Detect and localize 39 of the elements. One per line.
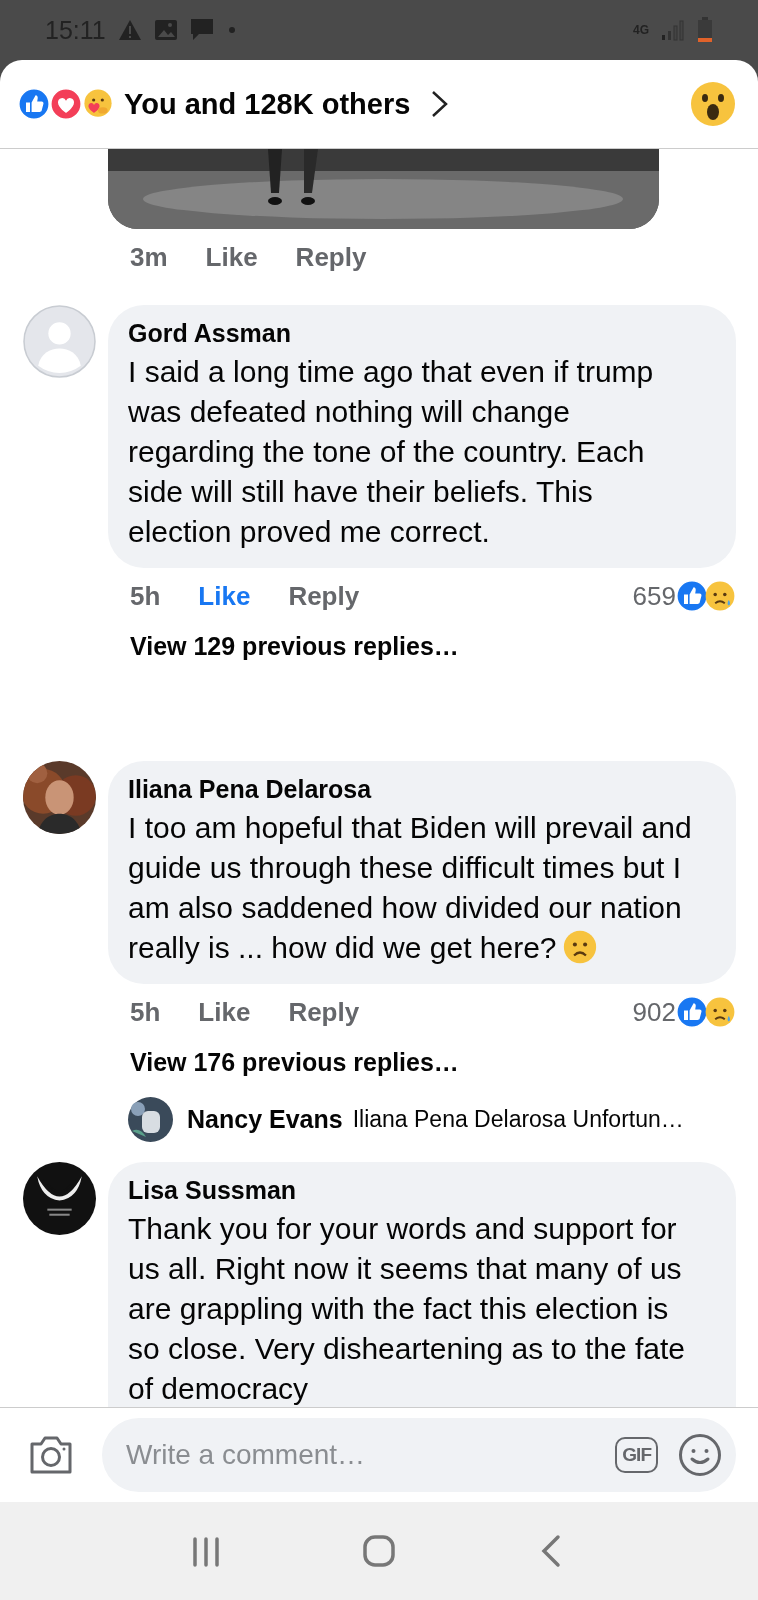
like-icon bbox=[676, 996, 708, 1028]
timestamp: 5h bbox=[130, 580, 161, 612]
view-replies-link[interactable]: View 176 previous replies… bbox=[0, 1040, 758, 1077]
like-link[interactable]: Like bbox=[205, 241, 258, 273]
smiley-icon[interactable] bbox=[678, 1433, 722, 1477]
comment-text: I said a long time ago that even if trump was defeated nothing will change regarding the tone of the country. Each side will still have their beliefs. This election proved me correct. bbox=[128, 355, 654, 548]
surprised-face-icon[interactable] bbox=[690, 81, 736, 127]
reply-link[interactable]: Reply bbox=[288, 580, 360, 612]
reaction-count[interactable]: 902 bbox=[632, 996, 676, 1028]
author-name[interactable]: Iliana Pena Delarosa bbox=[128, 775, 692, 804]
camera-icon[interactable] bbox=[28, 1434, 74, 1476]
message-icon bbox=[189, 18, 216, 42]
view-replies-link[interactable]: View 129 previous replies… bbox=[0, 624, 758, 661]
gif-button[interactable]: GIF bbox=[615, 1437, 658, 1473]
author-name[interactable]: Gord Assman bbox=[128, 319, 692, 348]
like-link[interactable]: Like bbox=[198, 996, 251, 1028]
comment-text: Thank you for your words and support for us all. Right now it seems that many of us are grappling with the fact this election is so close. Very disheartening as to the fate of democracy bbox=[128, 1212, 685, 1405]
hug-face-icon bbox=[82, 88, 114, 120]
battery-icon bbox=[697, 17, 713, 43]
reply-author[interactable]: Nancy Evans bbox=[187, 1105, 343, 1134]
signal-icon bbox=[661, 19, 685, 41]
reply-preview[interactable]: Iliana Pena Delarosa Unfortun… bbox=[352, 1106, 684, 1133]
comment-text: I too am hopeful that Biden will prevail and guide us through these difficult times but I am also saddened how divided our nation really is ... how did we get here? bbox=[128, 811, 692, 964]
sad-face-icon bbox=[704, 996, 736, 1028]
author-name[interactable]: Lisa Sussman bbox=[128, 1176, 692, 1205]
reaction-count[interactable]: 659 bbox=[632, 580, 676, 612]
reply-link[interactable]: Reply bbox=[288, 996, 360, 1028]
sad-face-icon bbox=[704, 580, 736, 612]
warning-icon bbox=[117, 19, 142, 41]
reply-link[interactable]: Reply bbox=[295, 241, 367, 273]
reactions-summary[interactable]: You and 128K others bbox=[124, 87, 411, 121]
dot-icon bbox=[227, 26, 236, 34]
like-icon bbox=[18, 88, 50, 120]
like-icon bbox=[676, 580, 708, 612]
timestamp: 3m bbox=[130, 241, 168, 273]
timestamp: 5h bbox=[130, 996, 161, 1028]
comment-field[interactable]: Write a comment… GIF bbox=[102, 1418, 736, 1492]
image-icon bbox=[153, 19, 178, 41]
like-link[interactable]: Like bbox=[198, 580, 251, 612]
